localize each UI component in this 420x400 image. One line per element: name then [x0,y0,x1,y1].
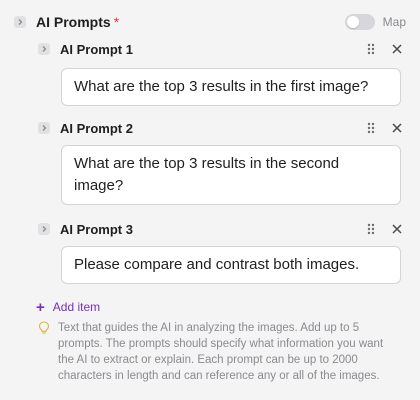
drag-handle-icon[interactable] [366,223,376,235]
lightbulb-icon [38,321,50,334]
ai-prompt-header: AI Prompt 3 [38,220,402,238]
required-asterisk: * [113,14,120,30]
plus-icon: + [36,298,45,316]
drag-handle-icon[interactable] [366,122,376,134]
drag-handle-icon[interactable] [366,43,376,55]
toggle-knob [346,16,359,28]
add-item-label: Add item [52,300,101,314]
add-item-button[interactable]: + Add item [36,298,100,316]
close-icon[interactable] [392,224,402,234]
close-icon[interactable] [392,44,402,54]
help-text: Text that guides the AI in analyzing the… [58,322,384,382]
ai-prompt-label: AI Prompt 3 [60,221,133,237]
ai-prompt-header: AI Prompt 1 [38,40,402,58]
ai-prompt-item: AI Prompt 2 What are the top 3 results i… [38,119,402,205]
ai-prompt-label: AI Prompt 2 [60,120,133,136]
chevron-right-icon[interactable] [14,16,26,28]
chevron-right-icon[interactable] [38,122,50,134]
ai-prompt-input[interactable]: What are the top 3 results in the first … [61,68,401,106]
ai-prompt-input[interactable]: What are the top 3 results in the second… [61,145,401,205]
ai-prompt-header: AI Prompt 2 [38,119,402,137]
close-icon[interactable] [392,123,402,133]
ai-prompt-item: AI Prompt 1 What are the top 3 results i… [38,40,402,106]
chevron-right-icon[interactable] [38,223,50,235]
ai-prompt-item: AI Prompt 3 Please compare and contrast … [38,220,402,284]
map-toggle-label: Map [382,15,406,29]
ai-prompt-label: AI Prompt 1 [60,41,133,57]
help-hint: Text that guides the AI in analyzing the… [38,320,410,384]
map-toggle[interactable] [344,14,375,30]
ai-prompts-header: AI Prompts * Map [14,12,406,32]
section-title: AI Prompts [36,14,111,30]
chevron-right-icon[interactable] [38,43,50,55]
ai-prompt-input[interactable]: Please compare and contrast both images. [61,246,401,284]
